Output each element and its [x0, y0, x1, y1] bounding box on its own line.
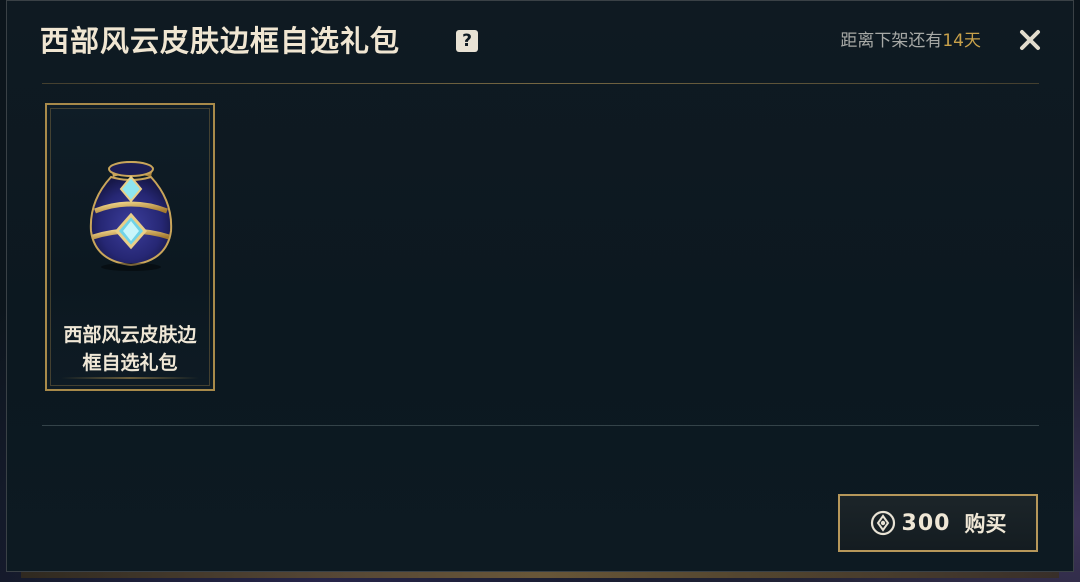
rp-currency-icon — [870, 510, 895, 536]
header-divider — [42, 83, 1039, 84]
buy-label: 购买 — [964, 512, 1007, 536]
bundle-item-name: 西部风云皮肤边 框自选礼包 — [51, 321, 209, 377]
content-divider — [42, 425, 1039, 426]
dialog-title: 西部风云皮肤边框自选礼包 — [40, 24, 401, 58]
bundle-dialog: 西部风云皮肤边框自选礼包 ? 距离下架还有14天 西部风云皮肤边 框自选礼包 3… — [6, 0, 1074, 578]
bundle-item-name-line1: 西部风云皮肤边 — [63, 324, 197, 346]
price-label: 300 — [901, 510, 951, 536]
buy-button[interactable]: 300 购买 — [838, 494, 1038, 552]
game-client-background: 西部风云皮肤边框自选礼包 ? 距离下架还有14天 西部风云皮肤边 框自选礼包 3… — [0, 0, 1080, 582]
countdown-prefix: 距离下架还有 — [840, 31, 943, 51]
bundle-item-card[interactable]: 西部风云皮肤边 框自选礼包 — [45, 103, 215, 391]
bundle-item-name-line2: 框自选礼包 — [82, 352, 178, 374]
close-icon[interactable] — [1015, 25, 1045, 55]
countdown-days: 14天 — [942, 31, 981, 51]
card-footer-trim — [61, 377, 199, 379]
help-icon[interactable]: ? — [456, 30, 478, 52]
loot-bag-icon — [89, 161, 173, 271]
removal-countdown: 距离下架还有14天 — [840, 29, 981, 53]
